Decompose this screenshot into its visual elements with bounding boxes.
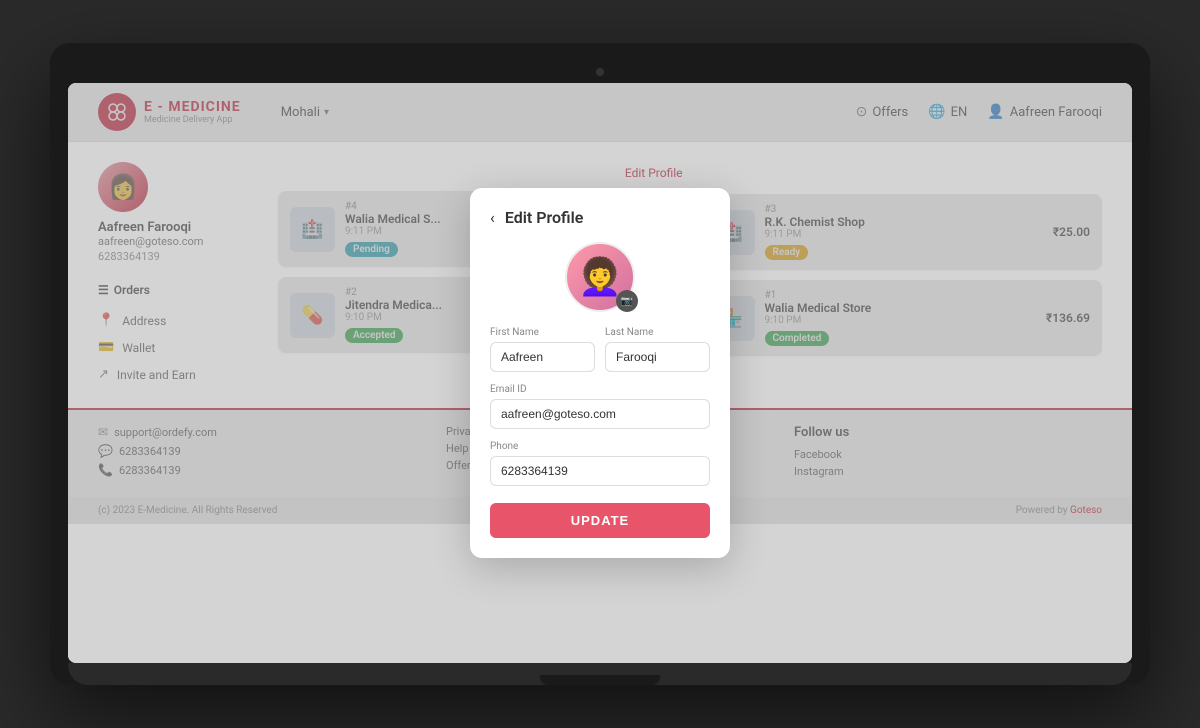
update-button[interactable]: UPDATE (490, 503, 710, 538)
first-name-label: First Name (490, 327, 595, 338)
phone-label: Phone (490, 441, 710, 452)
first-name-group: First Name (490, 327, 595, 372)
phone-group: Phone (490, 441, 710, 486)
email-input[interactable] (490, 399, 710, 429)
first-name-input[interactable] (490, 342, 595, 372)
laptop-notch (540, 675, 660, 685)
last-name-input[interactable] (605, 342, 710, 372)
phone-input[interactable] (490, 456, 710, 486)
last-name-label: Last Name (605, 327, 710, 338)
name-row: First Name Last Name (490, 327, 710, 372)
modal-avatar-wrapper: 👩‍🦱 📷 (490, 242, 710, 312)
last-name-group: Last Name (605, 327, 710, 372)
modal-title: Edit Profile (505, 208, 584, 227)
modal-overlay: ‹ Edit Profile 👩‍🦱 📷 First Name (68, 83, 1132, 663)
modal-header: ‹ Edit Profile (490, 208, 710, 227)
camera-dot (596, 68, 604, 76)
email-label: Email ID (490, 384, 710, 395)
edit-profile-modal: ‹ Edit Profile 👩‍🦱 📷 First Name (470, 188, 730, 558)
email-group: Email ID (490, 384, 710, 429)
camera-edit-icon[interactable]: 📷 (616, 290, 638, 312)
modal-back-button[interactable]: ‹ (490, 208, 495, 227)
